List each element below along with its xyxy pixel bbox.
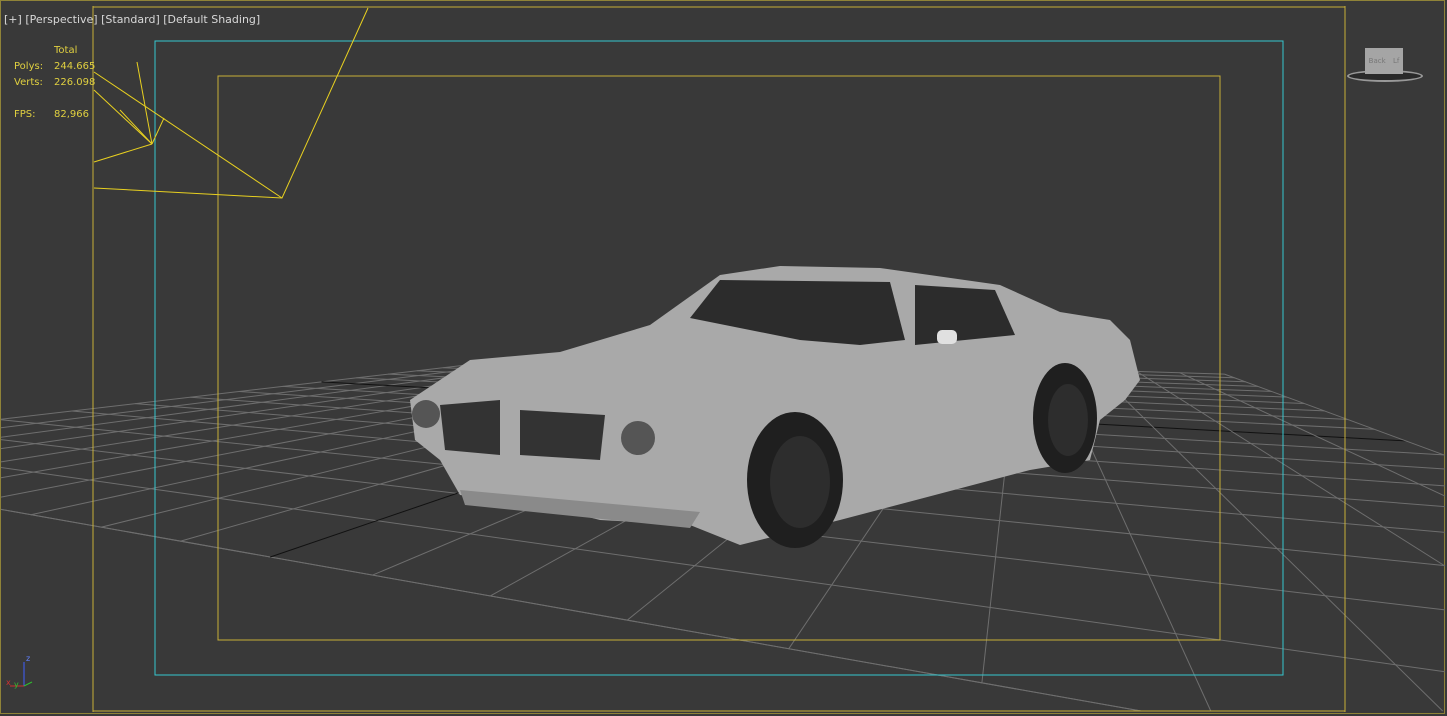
grid-line	[1179, 372, 1446, 497]
axis-x-label: x	[6, 678, 11, 687]
stats-header: Total	[54, 45, 78, 56]
grid-line	[1094, 369, 1444, 712]
verts-value: 226.098	[54, 77, 96, 88]
viewport-scene[interactable]	[0, 0, 1447, 716]
polys-value: 244.665	[54, 61, 96, 72]
grid-line	[0, 508, 1142, 712]
viewcube-face[interactable]: Back Lf	[1365, 48, 1403, 74]
fps-label: FPS:	[14, 109, 36, 120]
verts-label: Verts:	[14, 77, 43, 88]
fps-value: 82,966	[54, 109, 89, 120]
polys-label: Polys:	[14, 61, 44, 72]
light-object	[93, 7, 369, 199]
axis-tripod: z x y	[6, 654, 36, 692]
viewcube[interactable]: Back Lf	[1347, 46, 1427, 88]
car-model	[410, 266, 1140, 548]
axis-y-label: y	[14, 680, 19, 689]
viewcube-face-back[interactable]: Back	[1369, 57, 1386, 65]
viewport-menu-button[interactable]: [+]	[4, 13, 22, 26]
view-name-menu[interactable]: [Perspective]	[25, 13, 97, 26]
render-mode-menu[interactable]: [Standard]	[101, 13, 160, 26]
viewport-label-bar: [+] [Perspective] [Standard] [Default Sh…	[4, 13, 260, 26]
grid-line	[1136, 370, 1446, 567]
axis-z-label: z	[26, 654, 31, 663]
viewcube-face-left[interactable]: Lf	[1393, 57, 1399, 65]
shading-menu[interactable]: [Default Shading]	[163, 13, 260, 26]
